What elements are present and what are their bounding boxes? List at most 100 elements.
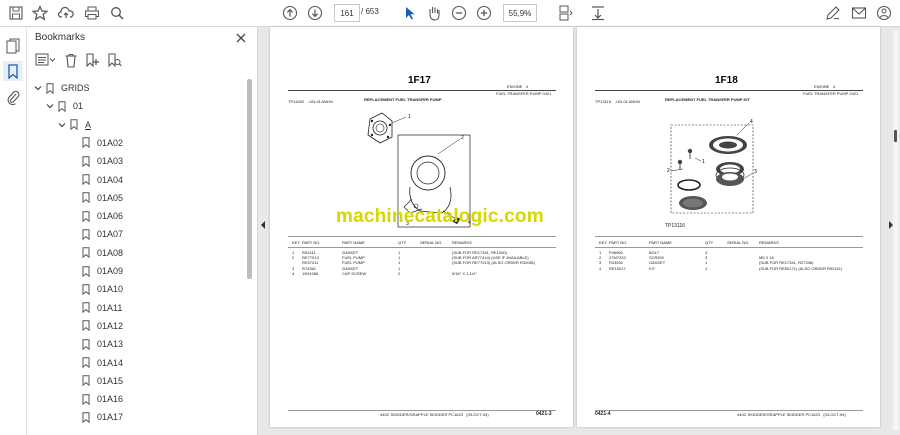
bookmark-item[interactable]: 01A07 [82, 225, 123, 243]
close-panel-icon[interactable] [235, 31, 249, 45]
share-email-icon[interactable] [849, 3, 869, 23]
document-scrollbar[interactable] [893, 30, 899, 430]
watermark-text: machinecatalogic.com [336, 206, 544, 227]
subsection-label: FUEL TRANSFER PUMP 0421 [803, 91, 858, 96]
select-cursor-icon[interactable] [400, 3, 420, 23]
bookmark-item[interactable]: 01A05 [82, 189, 123, 207]
footer-title: 440C SKIDDER/GRAPPLE SKIDDER PC1623 [737, 412, 820, 417]
bookmark-label: 01A06 [97, 211, 124, 222]
bookmark-label: 01A10 [97, 284, 124, 295]
bookmark-item[interactable]: 01A16 [82, 390, 123, 408]
bookmark-item[interactable]: 01A08 [82, 244, 123, 262]
bookmark-item[interactable]: GRIDS [33, 79, 90, 97]
table-header-cell: PART NO. [609, 240, 628, 245]
bookmark-item[interactable]: 01A12 [82, 317, 123, 335]
bookmark-icon [82, 192, 90, 204]
sign-pen-icon[interactable] [823, 3, 843, 23]
svg-text:2: 2 [667, 168, 670, 174]
page-down-icon[interactable] [305, 3, 325, 23]
search-icon[interactable] [107, 3, 127, 23]
subsection-label: FUEL TRANSFER PUMP 0421 [496, 91, 551, 96]
table-header-cell: PART NO. [302, 240, 321, 245]
bookmark-label: A [85, 119, 92, 130]
page-heading: REPLACEMENT FUEL TRANSFER PUMP [364, 97, 442, 102]
bookmark-item[interactable]: 01 [45, 97, 83, 115]
section-label: ENGINE 4 [507, 84, 528, 89]
bookmark-item[interactable]: 01A17 [82, 408, 123, 426]
bookmark-label: 01 [73, 101, 84, 112]
bookmark-icon [82, 302, 90, 314]
bookmark-item[interactable]: 01A02 [82, 134, 123, 152]
table-cell: (SUB FOR RE50171) (ALSO ORDER R52411) [759, 265, 843, 271]
bookmark-label: 01A04 [97, 174, 124, 185]
figure-label: TP13116 [665, 223, 685, 229]
bookmark-item[interactable]: 01A03 [82, 152, 123, 170]
bookmark-item[interactable]: 01A15 [82, 372, 123, 390]
chevron-down-icon[interactable] [33, 83, 43, 93]
bookmark-options-icon[interactable] [35, 53, 57, 69]
chevron-down-icon[interactable] [45, 101, 55, 111]
search-bookmarks-icon[interactable] [107, 53, 123, 69]
bookmark-item[interactable]: 01A13 [82, 335, 123, 353]
bookmark-item[interactable]: 01A04 [82, 171, 123, 189]
table-cell: CAP SCREW [342, 270, 367, 276]
collapse-left-icon[interactable] [260, 217, 266, 231]
share-icon[interactable] [874, 3, 894, 23]
subsection-name: FUEL TRANSFER PUMP [496, 91, 542, 96]
bookmark-item[interactable]: 01A11 [82, 299, 122, 317]
table-header-cell: SERIAL NO. [420, 240, 443, 245]
attachments-icon[interactable] [3, 87, 23, 107]
bookmark-item[interactable]: 01A09 [82, 262, 123, 280]
figure-code-suffix: -UN-01JAN94 [308, 99, 333, 104]
bookmark-label: 01A16 [97, 394, 124, 405]
bookmark-label: 01A13 [97, 339, 124, 350]
bookmark-icon [82, 155, 90, 167]
delete-bookmark-icon[interactable] [64, 53, 80, 69]
section-name: ENGINE [814, 84, 830, 89]
section-name: ENGINE [507, 84, 523, 89]
page-code: 0421-4 [595, 411, 611, 417]
print-icon[interactable] [82, 3, 102, 23]
star-icon[interactable] [30, 3, 50, 23]
table-header-cell: PART NAME [649, 240, 672, 245]
table-header-cell: PART NAME [342, 240, 365, 245]
section-label: ENGINE 4 [814, 84, 835, 89]
bookmark-icon [58, 101, 66, 113]
bookmark-item[interactable]: 01A14 [82, 354, 123, 372]
svg-text:1: 1 [702, 159, 705, 165]
page-layout-icon[interactable] [556, 3, 576, 23]
scrollbar-thumb[interactable] [894, 130, 897, 142]
bookmark-label: 01A03 [97, 156, 124, 167]
zoom-out-icon[interactable] [449, 3, 469, 23]
svg-text:1: 1 [408, 114, 411, 120]
table-cell: 5/16" X 1-1/4" [452, 270, 477, 276]
cloud-upload-icon[interactable] [56, 3, 76, 23]
save-icon[interactable] [6, 3, 26, 23]
bookmark-item[interactable]: 01A06 [82, 207, 123, 225]
add-bookmark-icon[interactable] [85, 53, 101, 69]
document-viewport[interactable]: 1F17 ENGINE 4 FUEL TRANSFER PUMP 0421 RE… [258, 27, 900, 435]
page-thumbnails-icon[interactable] [3, 36, 23, 56]
footer-title: 440C SKIDDER/GRAPPLE SKIDDER PC1623 [380, 412, 463, 417]
bookmark-tree: GRIDS 01 A 01A02 01A03 01A04 01A05 01A06 01A07 01… [27, 77, 249, 435]
page-number-input[interactable]: 161 [334, 4, 360, 22]
table-cell: KIT [649, 265, 656, 271]
footer-text: 440C SKIDDER/GRAPPLE SKIDDER PC1623 (03-… [380, 412, 489, 417]
bookmark-label: GRIDS [61, 83, 90, 93]
chevron-down-icon[interactable] [57, 120, 67, 130]
bookmarks-scrollbar[interactable] [247, 79, 252, 279]
bookmark-item[interactable]: A [57, 116, 91, 134]
page-up-icon[interactable] [280, 3, 300, 23]
table-header-cell: KEY [292, 240, 301, 245]
hand-tool-icon[interactable] [424, 3, 444, 23]
page-heading: REPLACEMENT FUEL TRANSFER PUMP KIT [665, 97, 750, 102]
section-number: 4 [525, 84, 528, 89]
bookmark-item[interactable]: 01A10 [82, 280, 123, 298]
bookmarks-panel-icon[interactable] [3, 61, 23, 81]
table-header-cell: REMARKS [759, 240, 779, 245]
zoom-level-input[interactable]: 55,9% [503, 4, 537, 22]
scroll-mode-icon[interactable] [588, 3, 608, 23]
table-header-cell: REMARKS [452, 240, 472, 245]
zoom-in-icon[interactable] [474, 3, 494, 23]
footer-rule [288, 410, 556, 411]
